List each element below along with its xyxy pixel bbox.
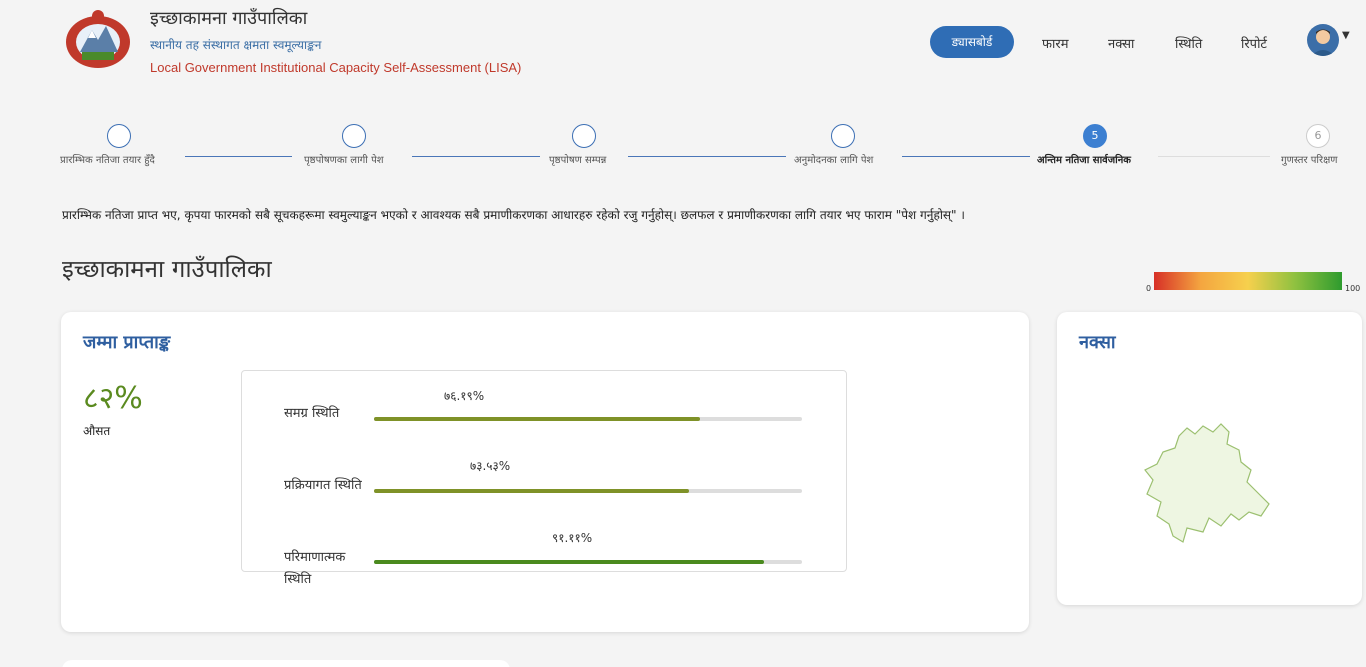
step-2-label: पृष्ठपोषणका लागी पेश — [304, 155, 384, 166]
org-english-name: Local Government Institutional Capacity … — [150, 60, 522, 75]
bar-1-track — [374, 417, 802, 421]
map-card: नक्सा — [1057, 312, 1362, 605]
step-5-label: अन्तिम नतिजा सार्वजनिक — [1037, 155, 1131, 166]
step-1-circle[interactable] — [107, 124, 131, 148]
step-2-circle[interactable] — [342, 124, 366, 148]
bar-3-track — [374, 560, 802, 564]
step-connector — [185, 156, 292, 157]
score-card-title: जम्मा प्राप्ताङ्क — [83, 332, 171, 353]
bar-3-fill — [374, 560, 764, 564]
user-avatar-icon — [1311, 29, 1335, 56]
bar-2-value: ७३.५३% — [470, 459, 511, 473]
step-6-label: गुणस्तर परिक्षण — [1281, 155, 1338, 166]
bar-2-fill — [374, 489, 689, 493]
step-connector — [1158, 156, 1270, 157]
legend-min-label: 0 — [1146, 284, 1152, 293]
step-3-circle[interactable] — [572, 124, 596, 148]
bar-3-label: परिमाणात्मक स्थिति — [284, 550, 346, 587]
bar-2-label: प्रक्रियागत स्थिति — [284, 478, 362, 493]
chevron-down-icon[interactable]: ▼ — [1342, 30, 1350, 41]
bar-2-track — [374, 489, 802, 493]
nav-dashboard-button[interactable]: ड्यासबोर्ड — [930, 26, 1014, 58]
header: इच्छाकामना गाउँपालिका स्थानीय तह संस्थाग… — [0, 0, 1366, 90]
bar-3-value: ९१.११% — [552, 531, 593, 545]
instruction-notice: प्रारम्भिक नतिजा प्राप्त भए, कृपया फारमक… — [62, 208, 965, 222]
org-subtitle: स्थानीय तह संस्थागत क्षमता स्वमूल्याङ्कन — [150, 38, 322, 52]
map-card-title: नक्सा — [1079, 332, 1116, 353]
bar-1-label: समग्र स्थिति — [284, 406, 340, 421]
step-connector — [412, 156, 540, 157]
org-name: इच्छाकामना गाउँपालिका — [150, 8, 308, 29]
municipality-map-shape[interactable] — [1143, 420, 1277, 544]
step-3-label: पृष्ठपोषण सम्पन्न — [549, 155, 607, 166]
score-breakdown-panel: ७६.१९% समग्र स्थिति ७३.५३% प्रक्रियागत स… — [241, 370, 847, 587]
step-1-label: प्रारम्भिक नतिजा तयार हुँदै — [60, 155, 155, 166]
nav-report-link[interactable]: रिपोर्ट — [1241, 34, 1267, 52]
page-title: इच्छाकामना गाउँपालिका — [62, 255, 272, 283]
step-connector — [628, 156, 786, 157]
nav-map-link[interactable]: नक्सा — [1108, 34, 1134, 52]
score-color-legend — [1154, 272, 1342, 290]
secondary-card — [62, 660, 510, 667]
user-avatar[interactable] — [1307, 24, 1339, 56]
step-connector — [902, 156, 1030, 157]
top-nav: ड्यासबोर्ड फारम नक्सा स्थिति रिपोर्ट ▼ — [896, 24, 1366, 60]
step-4-label: अनुमोदनका लागि पेश — [794, 155, 874, 166]
nav-form-link[interactable]: फारम — [1042, 34, 1068, 52]
bar-1-fill — [374, 417, 701, 421]
government-emblem-logo — [66, 10, 130, 68]
legend-max-label: 100 — [1345, 284, 1361, 293]
nav-status-link[interactable]: स्थिति — [1175, 34, 1202, 52]
bar-1-value: ७६.१९% — [444, 389, 485, 403]
step-5-circle[interactable]: 5 — [1083, 124, 1107, 148]
step-4-circle[interactable] — [831, 124, 855, 148]
total-score-card: जम्मा प्राप्ताङ्क ८२% औसत ७६.१९% समग्र स… — [61, 312, 1029, 632]
step-6-circle[interactable]: 6 — [1306, 124, 1330, 148]
total-score-value: ८२% — [83, 381, 143, 416]
total-score-label: औसत — [83, 424, 111, 438]
progress-stepper: प्रारम्भिक नतिजा तयार हुँदै पृष्ठपोषणका … — [0, 124, 1366, 174]
